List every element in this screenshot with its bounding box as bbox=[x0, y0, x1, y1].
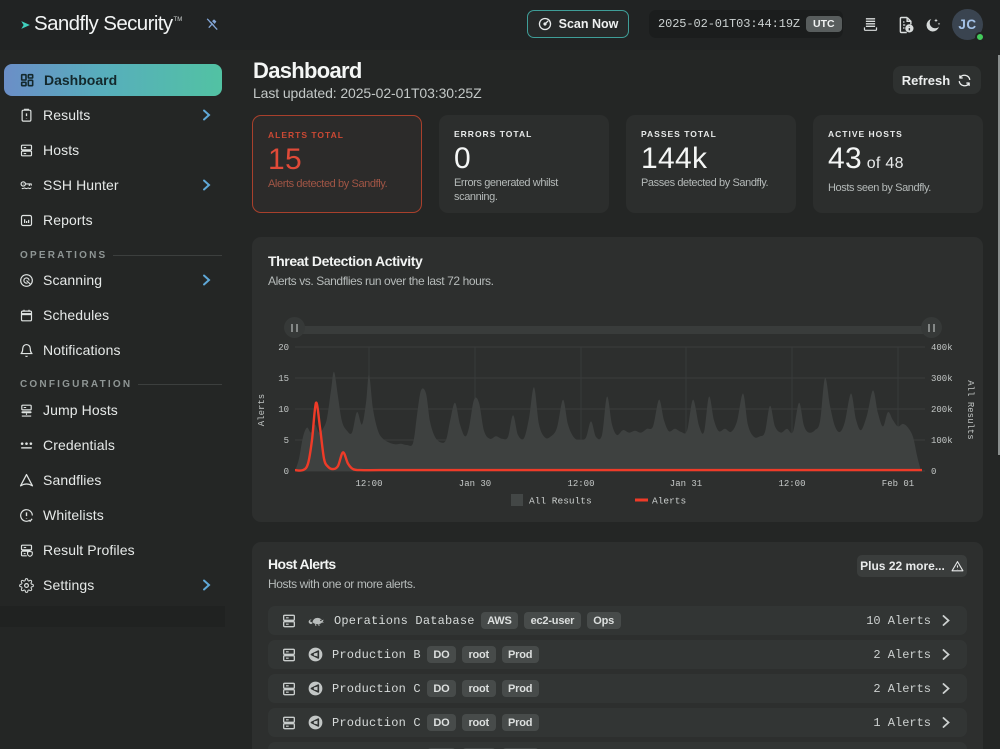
svg-text:20: 20 bbox=[278, 343, 289, 353]
svg-text:12:00: 12:00 bbox=[567, 479, 594, 489]
svg-text:0: 0 bbox=[931, 467, 936, 477]
svg-text:10: 10 bbox=[278, 405, 289, 415]
svg-text:All Results: All Results bbox=[965, 380, 975, 439]
svg-text:Jan 30: Jan 30 bbox=[459, 479, 491, 489]
svg-text:12:00: 12:00 bbox=[778, 479, 805, 489]
svg-text:100k: 100k bbox=[931, 436, 953, 446]
svg-text:200k: 200k bbox=[931, 405, 953, 415]
svg-text:All Results: All Results bbox=[529, 496, 592, 507]
svg-text:300k: 300k bbox=[931, 374, 953, 384]
svg-text:Alerts: Alerts bbox=[652, 496, 686, 507]
svg-text:5: 5 bbox=[284, 436, 289, 446]
svg-text:15: 15 bbox=[278, 374, 289, 384]
svg-text:0: 0 bbox=[284, 467, 289, 477]
svg-text:12:00: 12:00 bbox=[355, 479, 382, 489]
svg-text:Jan 31: Jan 31 bbox=[670, 479, 702, 489]
svg-text:Alerts: Alerts bbox=[257, 394, 267, 426]
svg-text:400k: 400k bbox=[931, 343, 953, 353]
svg-text:Feb 01: Feb 01 bbox=[882, 479, 914, 489]
